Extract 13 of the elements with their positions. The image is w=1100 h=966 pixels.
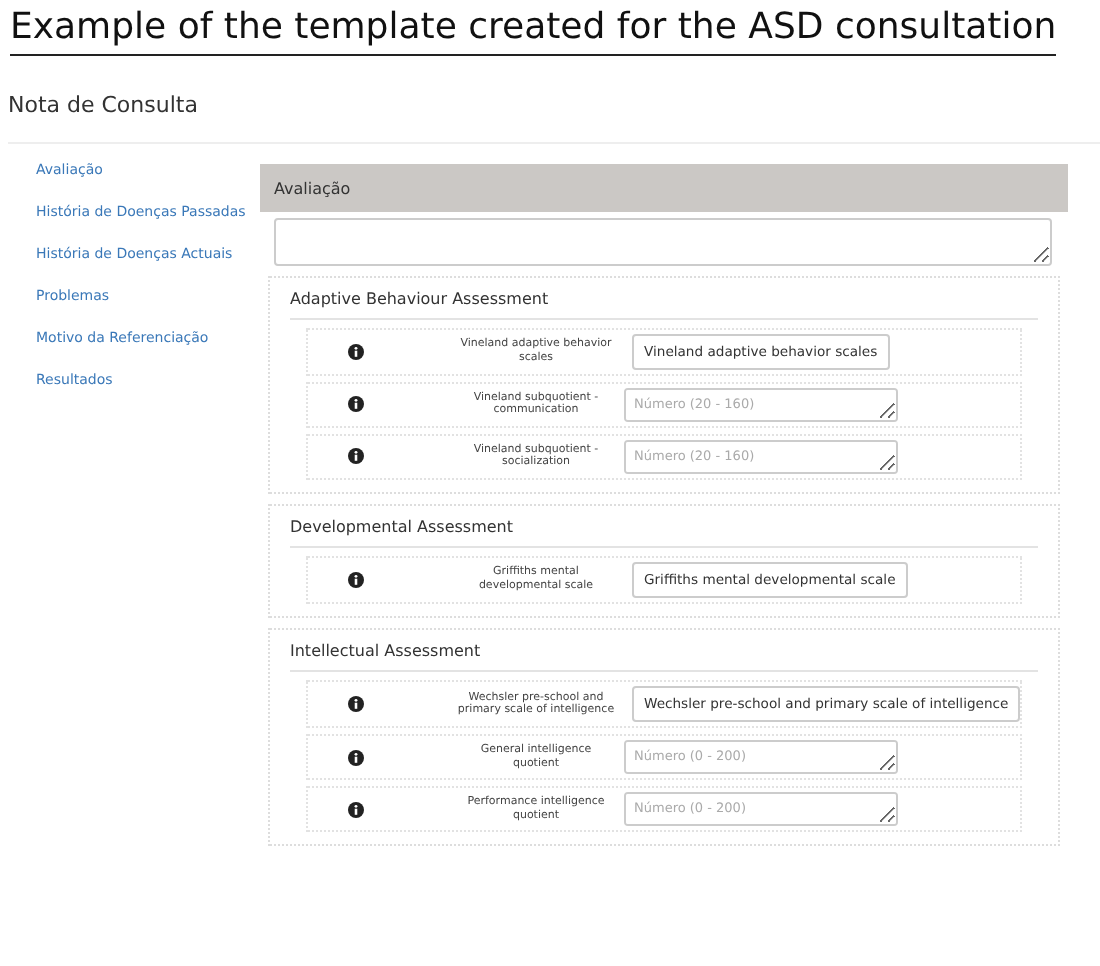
- info-icon[interactable]: [348, 396, 364, 413]
- panel-header: Avaliação: [260, 163, 1068, 211]
- figure-caption: Example of the template created for the ASD consultation: [10, 4, 1057, 56]
- info-icon[interactable]: [348, 749, 364, 766]
- section-heading: Intellectual Assessment: [290, 639, 1038, 672]
- section-heading: Developmental Assessment: [290, 515, 1038, 548]
- info-icon[interactable]: [348, 571, 364, 588]
- info-icon[interactable]: [348, 343, 364, 360]
- section-heading: Adaptive Behaviour Assessment: [290, 287, 1038, 319]
- info-icon[interactable]: [348, 448, 364, 465]
- info-icon[interactable]: [348, 695, 364, 712]
- page-title: Nota de Consulta: [8, 90, 200, 122]
- info-icon[interactable]: [348, 801, 364, 818]
